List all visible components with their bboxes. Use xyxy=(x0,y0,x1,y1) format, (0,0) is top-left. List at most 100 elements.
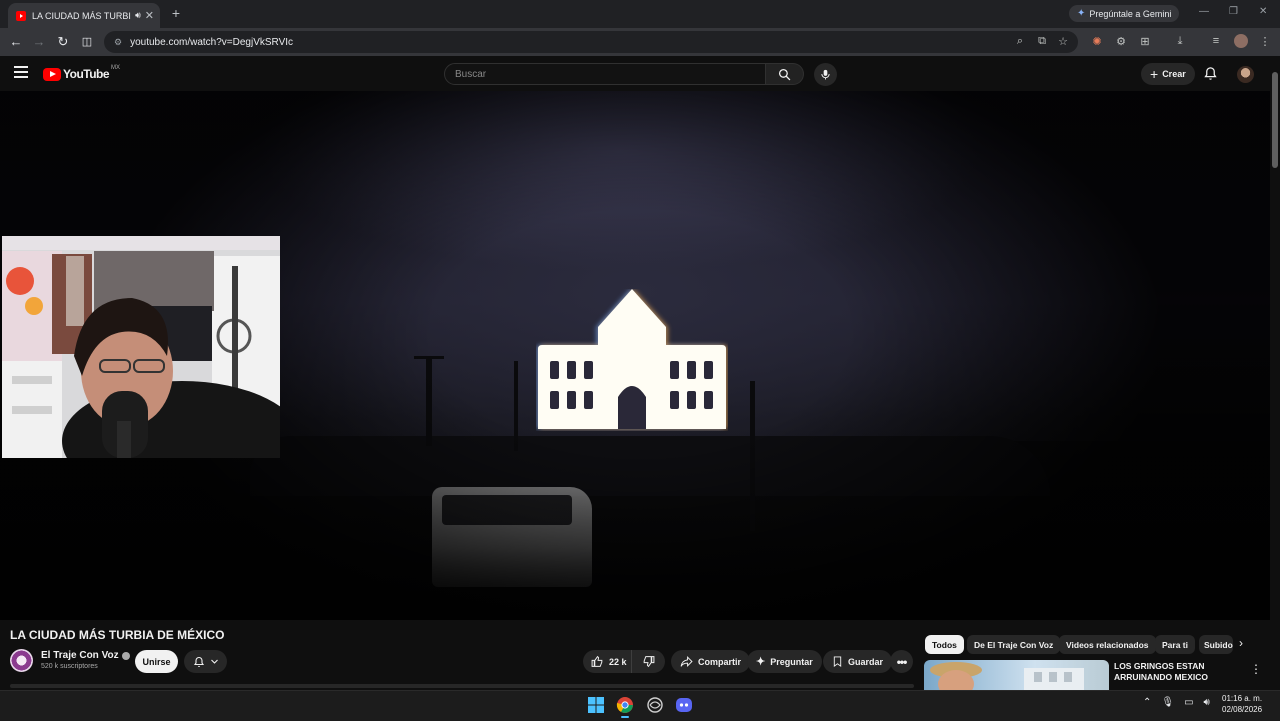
tab-title: LA CIUDAD MÁS TURBIA DE MÉXICO - YouTube xyxy=(32,10,131,21)
extension-puzzle-icon[interactable]: ⚙︎ xyxy=(1114,35,1128,48)
microphone-tray-icon[interactable]: 🎙︎ xyxy=(1161,697,1174,708)
more-actions-button[interactable]: ••• xyxy=(890,650,913,673)
chrome-profile-avatar[interactable] xyxy=(1234,34,1248,48)
share-button[interactable]: Compartir xyxy=(671,650,751,673)
account-avatar[interactable] xyxy=(1237,66,1254,83)
more-vertical-icon[interactable]: ⋮ xyxy=(1250,662,1262,676)
save-button[interactable]: Guardar xyxy=(823,650,893,673)
youtube-wordmark: YouTube xyxy=(63,67,110,81)
chevron-up-icon[interactable]: ⌃ xyxy=(1143,697,1151,708)
youtube-play-logo-icon xyxy=(43,67,61,81)
discord-icon[interactable] xyxy=(675,696,693,714)
notifications-button[interactable] xyxy=(1203,66,1218,86)
system-clock[interactable]: 01:16 a. m. 02/08/2026 xyxy=(1222,693,1262,715)
chip-todos[interactable]: Todos xyxy=(925,635,964,654)
search-input[interactable]: Buscar xyxy=(444,63,766,85)
create-button[interactable]: + Crear xyxy=(1141,63,1195,85)
description-box-edge xyxy=(10,684,914,688)
bookmark-icon xyxy=(833,656,842,667)
windows-taskbar xyxy=(0,690,1280,721)
youtube-favicon-icon xyxy=(16,10,26,21)
side-panel-icon[interactable]: ◫ xyxy=(79,34,95,50)
verified-check-icon xyxy=(121,651,130,660)
channel-name[interactable]: El Traje Con Voz xyxy=(41,650,130,661)
chip-uploads[interactable]: Subidos xyxy=(1199,635,1233,654)
chrome-icon[interactable] xyxy=(616,696,634,714)
chip-for-you[interactable]: Para ti xyxy=(1155,635,1195,654)
ask-label: Preguntar xyxy=(770,656,813,667)
minimize-window-icon[interactable]: — xyxy=(1199,6,1209,17)
bell-icon xyxy=(1204,67,1217,80)
media-control-icon[interactable]: ≡ xyxy=(1209,35,1223,47)
close-window-icon[interactable]: ✕ xyxy=(1259,6,1267,17)
chevron-down-icon xyxy=(210,659,218,664)
clock-time: 01:16 a. m. xyxy=(1222,694,1263,703)
chip-channel[interactable]: De El Traje Con Voz xyxy=(967,635,1061,654)
channel-name-text: El Traje Con Voz xyxy=(41,650,119,661)
chip-related[interactable]: Videos relacionados xyxy=(1059,635,1156,654)
cast-icon[interactable]: ⧉ xyxy=(1035,35,1049,48)
gemini-label: Pregúntale a Gemini xyxy=(1089,8,1172,19)
search-icon xyxy=(778,68,791,80)
video-player[interactable] xyxy=(0,91,1270,620)
url-text: youtube.com/watch?v=DegjVkSRVIc xyxy=(130,36,294,48)
active-app-indicator xyxy=(621,716,629,718)
gemini-button[interactable]: ✦ Pregúntale a Gemini xyxy=(1069,5,1180,22)
volume-icon[interactable]: 🔊︎ xyxy=(1204,697,1210,708)
subscription-notifications-button[interactable] xyxy=(184,650,227,673)
recommendation-title[interactable]: LOS GRINGOS ESTAN ARRUINANDO MEXICO xyxy=(1114,661,1234,683)
voice-search-button[interactable] xyxy=(814,63,837,86)
back-icon[interactable]: ← xyxy=(8,34,24,50)
chevron-right-icon[interactable]: › xyxy=(1239,636,1243,650)
channel-avatar[interactable] xyxy=(10,649,33,672)
share-label: Compartir xyxy=(698,656,742,667)
chrome-menu-icon[interactable]: ⋮ xyxy=(1258,35,1272,48)
gemini-sparkle-icon: ✦ xyxy=(1077,8,1086,19)
thumbs-up-icon xyxy=(591,655,603,667)
school-building-icon xyxy=(536,289,728,429)
subscriber-count: 520 k suscriptores xyxy=(41,663,98,670)
country-code: MX xyxy=(111,65,121,71)
display-icon[interactable]: ▭ xyxy=(1184,697,1193,708)
recommendation-thumbnail[interactable] xyxy=(924,660,1109,690)
hamburger-menu-icon[interactable] xyxy=(14,66,28,78)
share-icon xyxy=(680,655,693,668)
dislike-button[interactable] xyxy=(631,650,665,673)
webcam-scene xyxy=(2,236,280,458)
bell-icon xyxy=(193,656,204,667)
bookmark-star-icon[interactable]: ☆ xyxy=(1056,35,1070,48)
download-icon[interactable]: ⤓ xyxy=(1173,35,1187,48)
ask-button[interactable]: ✦ Preguntar xyxy=(747,650,822,673)
extensions-icon[interactable]: ⊞ xyxy=(1138,35,1152,48)
app-icon[interactable] xyxy=(646,696,664,714)
like-button[interactable]: 22 k xyxy=(583,650,636,673)
join-button[interactable]: Unirse xyxy=(135,650,178,673)
system-tray: ⌃ 🎙︎ ▭ 🔊︎ xyxy=(1143,697,1210,708)
microphone-icon xyxy=(821,69,830,80)
reload-icon[interactable]: ↻ xyxy=(55,34,71,50)
site-info-icon[interactable]: ⚙︎ xyxy=(114,37,122,48)
thumbnail-art xyxy=(930,662,1084,690)
video-title: LA CIUDAD MÁS TURBIA DE MÉXICO xyxy=(10,628,225,642)
webcam-overlay xyxy=(2,236,280,458)
like-count: 22 k xyxy=(609,656,627,667)
maximize-window-icon[interactable]: ❐ xyxy=(1229,6,1238,17)
scrollbar-thumb[interactable] xyxy=(1272,72,1278,168)
windows-start-icon[interactable] xyxy=(587,696,605,714)
forward-icon[interactable]: → xyxy=(31,34,47,50)
thumbs-down-icon xyxy=(643,656,655,668)
new-tab-button[interactable]: + xyxy=(169,5,183,21)
clock-date: 02/08/2026 xyxy=(1222,705,1263,714)
address-bar[interactable]: ⚙︎ youtube.com/watch?v=DegjVkSRVIc xyxy=(104,31,1078,53)
zoom-icon[interactable]: ⌕ xyxy=(1013,35,1027,48)
sparkle-icon: ✦ xyxy=(756,656,766,668)
youtube-logo[interactable]: YouTube MX xyxy=(43,65,121,81)
create-label: Crear xyxy=(1162,69,1186,79)
speaker-icon[interactable]: 🔊︎ xyxy=(135,10,141,21)
more-horizontal-icon: ••• xyxy=(896,654,908,669)
browser-tab[interactable]: LA CIUDAD MÁS TURBIA DE MÉXICO - YouTube… xyxy=(8,3,160,28)
search-button[interactable] xyxy=(766,63,804,85)
close-tab-icon[interactable]: ✕ xyxy=(145,9,154,22)
extension-icon[interactable]: ✺ xyxy=(1090,35,1104,48)
plus-icon: + xyxy=(1150,66,1159,82)
